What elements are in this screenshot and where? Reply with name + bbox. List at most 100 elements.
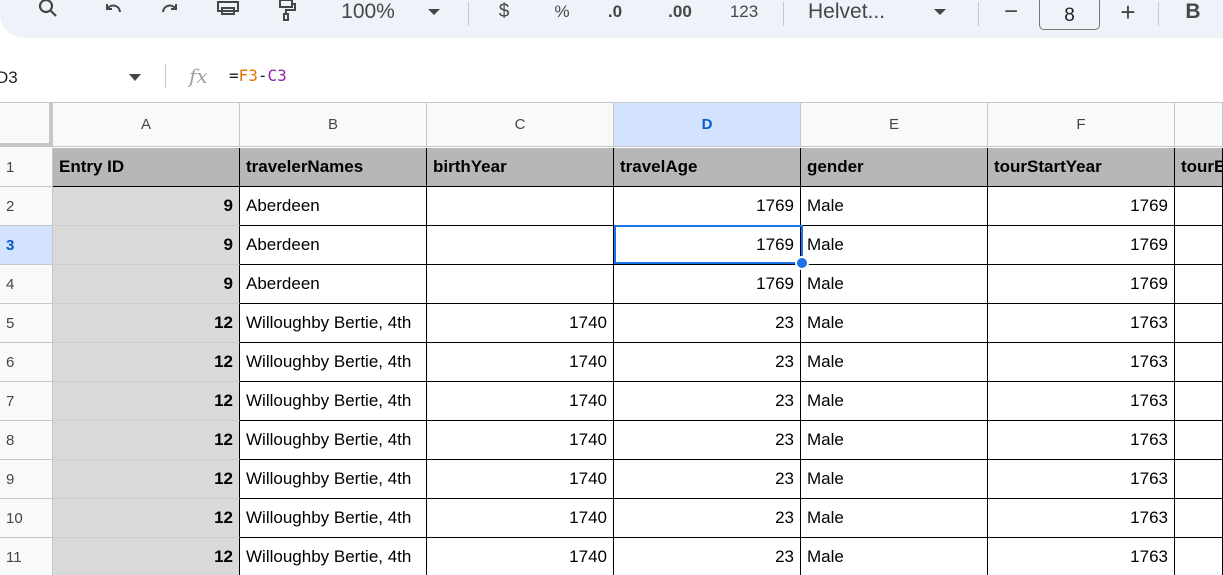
table-cell[interactable]: Male: [801, 460, 988, 499]
decrease-font-size-button[interactable]: −: [998, 0, 1024, 34]
zoom-dropdown-icon[interactable]: [424, 0, 444, 34]
table-cell[interactable]: [1175, 226, 1223, 265]
row-header-6[interactable]: 6: [0, 343, 53, 382]
header-cell[interactable]: travelAge: [614, 148, 801, 187]
table-cell[interactable]: 23: [614, 382, 801, 421]
column-header-e[interactable]: E: [801, 103, 988, 147]
table-cell[interactable]: Willoughby Bertie, 4th: [240, 304, 427, 343]
table-cell[interactable]: Male: [801, 343, 988, 382]
paint-format-icon[interactable]: [270, 0, 306, 34]
table-cell[interactable]: Male: [801, 382, 988, 421]
table-cell[interactable]: Male: [801, 538, 988, 575]
table-cell[interactable]: 1763: [988, 421, 1175, 460]
table-cell[interactable]: 1769: [988, 265, 1175, 304]
row-header-1[interactable]: 1: [0, 148, 53, 187]
table-cell[interactable]: 23: [614, 304, 801, 343]
row-header-9[interactable]: 9: [0, 460, 53, 499]
table-cell[interactable]: 23: [614, 421, 801, 460]
table-cell[interactable]: Male: [801, 499, 988, 538]
decrease-decimal-button[interactable]: .0: [600, 0, 630, 34]
table-cell[interactable]: 12: [53, 538, 240, 575]
redo-icon[interactable]: [152, 0, 188, 34]
increase-font-size-button[interactable]: +: [1115, 0, 1141, 34]
table-cell[interactable]: 12: [53, 343, 240, 382]
table-cell[interactable]: 23: [614, 343, 801, 382]
header-cell[interactable]: gender: [801, 148, 988, 187]
table-cell[interactable]: 23: [614, 499, 801, 538]
column-header-a[interactable]: A: [53, 103, 240, 147]
table-cell[interactable]: 1769: [988, 226, 1175, 265]
name-box-dropdown-icon[interactable]: [129, 74, 141, 81]
column-header[interactable]: [1175, 103, 1223, 147]
font-select[interactable]: Helvet...: [808, 0, 903, 34]
row-header-7[interactable]: 7: [0, 382, 53, 421]
more-formats-button[interactable]: 123: [724, 0, 764, 34]
table-cell[interactable]: 1763: [988, 538, 1175, 575]
table-cell[interactable]: 12: [53, 304, 240, 343]
column-header-c[interactable]: C: [427, 103, 614, 147]
table-cell[interactable]: 12: [53, 421, 240, 460]
table-cell[interactable]: 12: [53, 499, 240, 538]
table-cell[interactable]: 1763: [988, 343, 1175, 382]
table-cell[interactable]: Aberdeen: [240, 187, 427, 226]
header-cell[interactable]: Entry ID: [53, 148, 240, 187]
header-cell[interactable]: tourStartYear: [988, 148, 1175, 187]
table-cell[interactable]: Male: [801, 304, 988, 343]
table-cell[interactable]: [1175, 382, 1223, 421]
table-cell[interactable]: 1740: [427, 499, 614, 538]
table-cell[interactable]: Willoughby Bertie, 4th: [240, 421, 427, 460]
font-dropdown-icon[interactable]: [930, 0, 950, 34]
table-cell[interactable]: [427, 265, 614, 304]
currency-format-button[interactable]: $: [492, 0, 516, 34]
column-header-f[interactable]: F: [988, 103, 1175, 147]
table-cell[interactable]: 1769: [614, 187, 801, 226]
row-header-2[interactable]: 2: [0, 187, 53, 226]
table-cell[interactable]: 1769: [614, 265, 801, 304]
row-header-10[interactable]: 10: [0, 499, 53, 538]
header-cell[interactable]: tourE: [1175, 148, 1223, 187]
table-cell[interactable]: Willoughby Bertie, 4th: [240, 499, 427, 538]
row-header-8[interactable]: 8: [0, 421, 53, 460]
fill-handle[interactable]: [795, 256, 809, 270]
row-header-3[interactable]: 3: [0, 226, 53, 265]
formula-input[interactable]: =F3-C3: [229, 66, 287, 85]
table-cell[interactable]: Aberdeen: [240, 265, 427, 304]
table-cell[interactable]: Male: [801, 265, 988, 304]
table-cell[interactable]: 9: [53, 226, 240, 265]
table-cell[interactable]: 23: [614, 538, 801, 575]
table-cell[interactable]: Male: [801, 226, 988, 265]
table-cell[interactable]: Male: [801, 187, 988, 226]
print-icon[interactable]: [210, 0, 246, 34]
header-cell[interactable]: birthYear: [427, 148, 614, 187]
table-cell[interactable]: 1769: [614, 226, 801, 265]
search-icon[interactable]: [30, 0, 66, 34]
table-cell[interactable]: Willoughby Bertie, 4th: [240, 538, 427, 575]
table-cell[interactable]: Willoughby Bertie, 4th: [240, 343, 427, 382]
table-cell[interactable]: 1740: [427, 460, 614, 499]
table-cell[interactable]: 1740: [427, 538, 614, 575]
table-cell[interactable]: 9: [53, 187, 240, 226]
column-header-d[interactable]: D: [614, 103, 801, 147]
table-cell[interactable]: [427, 226, 614, 265]
column-header-b[interactable]: B: [240, 103, 427, 147]
table-cell[interactable]: Willoughby Bertie, 4th: [240, 382, 427, 421]
table-cell[interactable]: [1175, 187, 1223, 226]
font-size-input[interactable]: 8: [1039, 0, 1100, 30]
undo-icon[interactable]: [95, 0, 131, 34]
table-cell[interactable]: 1740: [427, 304, 614, 343]
bold-button[interactable]: B: [1180, 0, 1206, 34]
table-cell[interactable]: 12: [53, 460, 240, 499]
table-cell[interactable]: [1175, 343, 1223, 382]
table-cell[interactable]: 1740: [427, 343, 614, 382]
table-cell[interactable]: Aberdeen: [240, 226, 427, 265]
header-cell[interactable]: travelerNames: [240, 148, 427, 187]
increase-decimal-button[interactable]: .00: [662, 0, 698, 34]
table-cell[interactable]: [1175, 538, 1223, 575]
table-cell[interactable]: [427, 187, 614, 226]
select-all-corner[interactable]: [0, 103, 53, 147]
table-cell[interactable]: 1769: [988, 187, 1175, 226]
table-cell[interactable]: 12: [53, 382, 240, 421]
table-cell[interactable]: [1175, 421, 1223, 460]
table-cell[interactable]: 1763: [988, 304, 1175, 343]
table-cell[interactable]: [1175, 460, 1223, 499]
